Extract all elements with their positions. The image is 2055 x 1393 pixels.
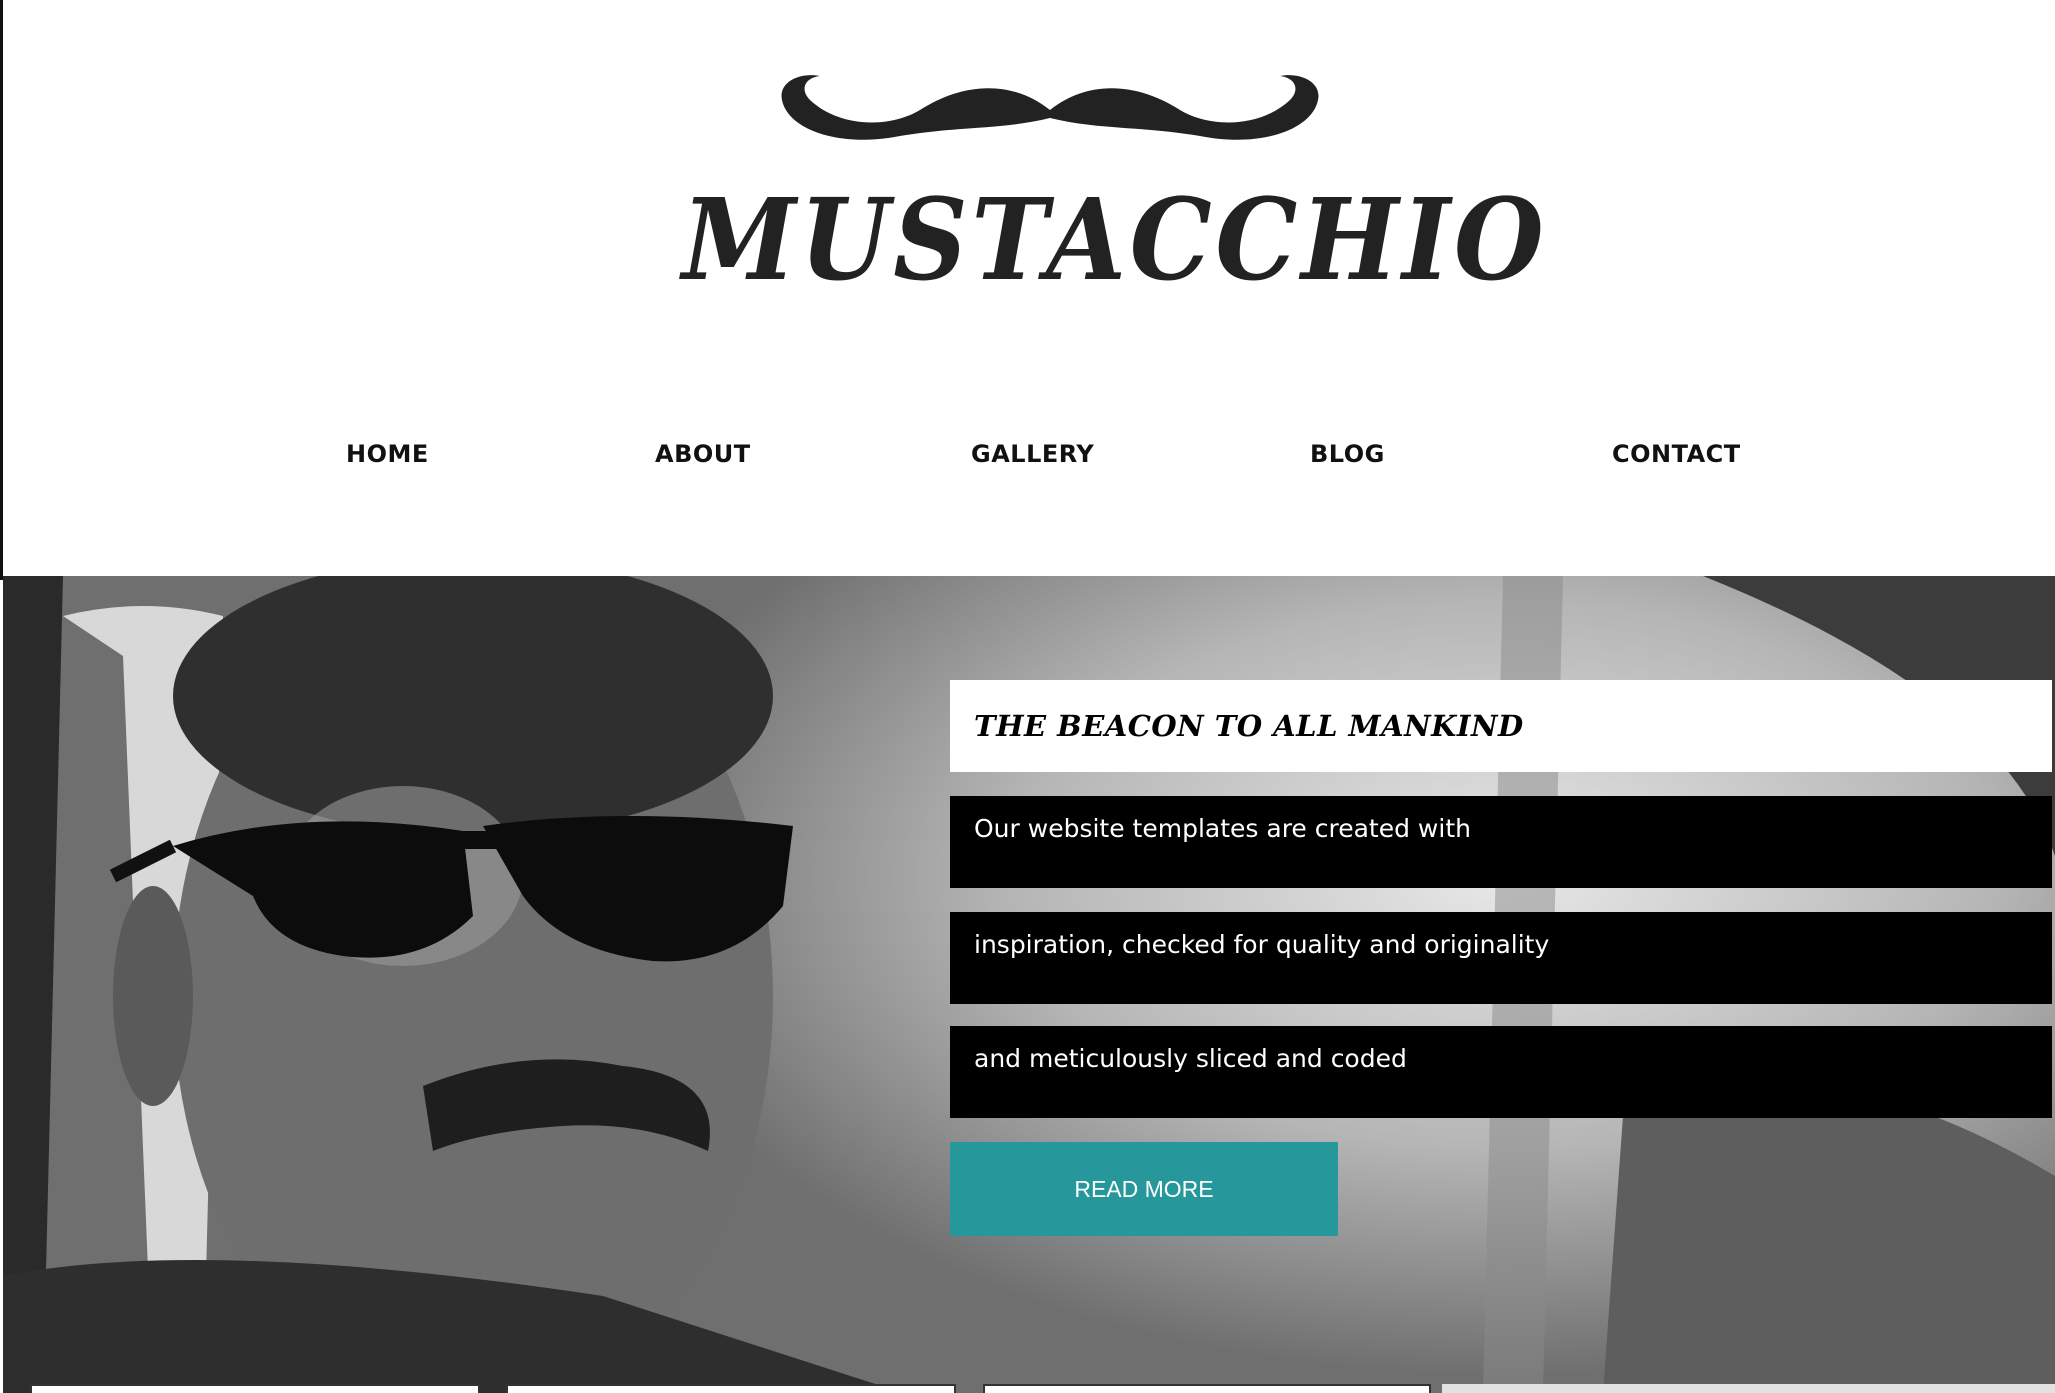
hero-headline: THE BEACON TO ALL MANKIND	[974, 709, 1524, 743]
nav-item-blog[interactable]: BLOG	[1310, 440, 1385, 468]
thumbnail-1[interactable]	[30, 1384, 480, 1393]
hero-text-3: and meticulously sliced and coded	[974, 1044, 1407, 1073]
hero-text-1: Our website templates are created with	[974, 814, 1471, 843]
logo-wordmark: MUSTACCHIO	[682, 175, 1548, 306]
page-border	[0, 0, 3, 580]
nav-item-gallery[interactable]: GALLERY	[971, 440, 1094, 468]
read-more-button[interactable]: READ MORE	[950, 1142, 1338, 1236]
thumbnail-3[interactable]	[983, 1384, 1431, 1393]
nav-item-about[interactable]: ABOUT	[655, 440, 751, 468]
hero-headline-box: THE BEACON TO ALL MANKIND	[950, 680, 2052, 772]
site-logo[interactable]: MUSTACCHIO	[650, 70, 1544, 306]
hero-text-line-1: Our website templates are created with	[950, 796, 2052, 888]
hero-text-2: inspiration, checked for quality and ori…	[974, 930, 1550, 959]
main-nav: HOME ABOUT GALLERY BLOG CONTACT	[0, 440, 2055, 476]
thumbnail-row	[0, 1384, 2055, 1393]
thumbnail-strip	[1442, 1384, 2055, 1393]
hero-text-line-2: inspiration, checked for quality and ori…	[950, 912, 2052, 1004]
hero-banner: THE BEACON TO ALL MANKIND Our website te…	[3, 576, 2055, 1393]
hero-text-line-3: and meticulously sliced and coded	[950, 1026, 2052, 1118]
nav-item-contact[interactable]: CONTACT	[1612, 440, 1741, 468]
nav-item-home[interactable]: HOME	[346, 440, 429, 468]
thumbnail-2[interactable]	[506, 1384, 956, 1393]
mustache-icon	[781, 75, 1319, 140]
